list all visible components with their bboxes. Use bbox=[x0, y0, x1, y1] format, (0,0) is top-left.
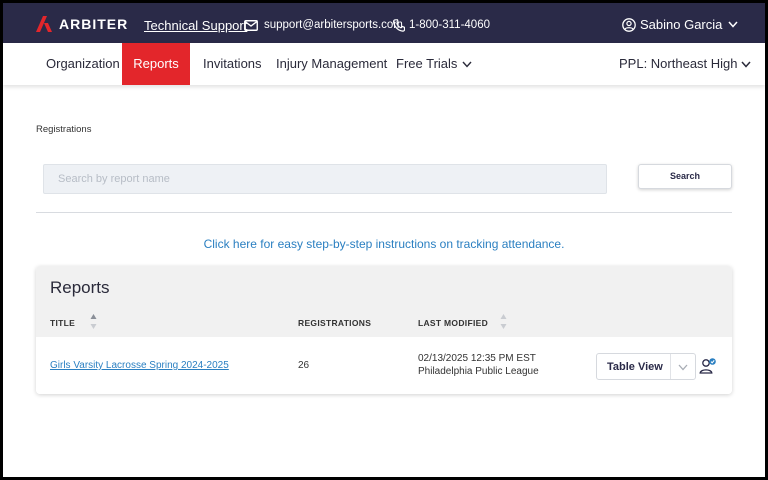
report-title-link[interactable]: Girls Varsity Lacrosse Spring 2024-2025 bbox=[50, 360, 229, 371]
top-bar: ARBITER Technical Support support@arbite… bbox=[3, 3, 765, 43]
sort-icon[interactable] bbox=[90, 313, 97, 330]
phone-icon bbox=[393, 19, 405, 32]
reports-table: Reports TITLE REGISTRATIONS LAST MODIFIE… bbox=[36, 266, 732, 394]
email-icon bbox=[244, 20, 258, 31]
nav-free-trials[interactable]: Free Trials bbox=[396, 43, 472, 85]
reports-title: Reports bbox=[50, 278, 110, 297]
nav-invitations[interactable]: Invitations bbox=[203, 43, 262, 85]
view-select-dropdown[interactable]: Table View bbox=[596, 353, 696, 380]
registrations-count: 26 bbox=[298, 360, 310, 371]
chevron-down-icon bbox=[740, 61, 751, 68]
user-avatar-icon bbox=[622, 17, 636, 32]
nav-organization[interactable]: Organization bbox=[46, 43, 120, 85]
view-select-separator bbox=[670, 354, 671, 379]
org-selector[interactable]: PPL: Northeast High bbox=[619, 43, 751, 85]
column-header-title[interactable]: TITLE bbox=[50, 318, 75, 328]
chevron-down-icon[interactable] bbox=[678, 364, 688, 371]
column-header-last-modified[interactable]: LAST MODIFIED bbox=[418, 318, 488, 328]
support-email[interactable]: support@arbitersports.com bbox=[264, 19, 403, 31]
user-menu[interactable]: Sabino Garcia bbox=[622, 17, 738, 32]
org-selector-label: PPL: Northeast High bbox=[619, 56, 738, 71]
user-name: Sabino Garcia bbox=[640, 17, 723, 32]
view-select-label: Table View bbox=[607, 361, 663, 373]
column-header-registrations: REGISTRATIONS bbox=[298, 318, 372, 328]
nav-reports[interactable]: Reports bbox=[122, 43, 190, 85]
nav-injury-management[interactable]: Injury Management bbox=[276, 43, 387, 85]
share-user-icon[interactable] bbox=[699, 357, 717, 375]
arbiter-logo[interactable]: ARBITER bbox=[36, 15, 128, 33]
search-input[interactable] bbox=[43, 164, 607, 194]
nav-free-trials-label: Free Trials bbox=[396, 56, 458, 71]
last-modified-by: Philadelphia Public League bbox=[418, 366, 539, 377]
sort-icon[interactable] bbox=[500, 313, 507, 330]
reports-table-header: Reports TITLE REGISTRATIONS LAST MODIFIE… bbox=[36, 266, 732, 337]
last-modified-date: 02/13/2025 12:35 PM EST bbox=[418, 353, 536, 364]
arbiter-logo-icon bbox=[36, 16, 52, 32]
support-phone[interactable]: 1-800-311-4060 bbox=[409, 19, 490, 31]
divider bbox=[36, 212, 732, 213]
breadcrumb[interactable]: Registrations bbox=[36, 124, 91, 135]
attendance-instructions-link[interactable]: Click here for easy step-by-step instruc… bbox=[3, 237, 765, 251]
main-nav: Organization Reports Invitations Injury … bbox=[3, 43, 765, 85]
brand-name: ARBITER bbox=[59, 16, 129, 32]
search-button[interactable]: Search bbox=[638, 164, 732, 189]
chevron-down-icon bbox=[462, 61, 472, 68]
chevron-down-icon bbox=[728, 21, 738, 28]
table-row: Girls Varsity Lacrosse Spring 2024-2025 … bbox=[36, 337, 732, 394]
app-window: ARBITER Technical Support support@arbite… bbox=[3, 3, 765, 477]
technical-support-link[interactable]: Technical Support bbox=[144, 18, 247, 33]
